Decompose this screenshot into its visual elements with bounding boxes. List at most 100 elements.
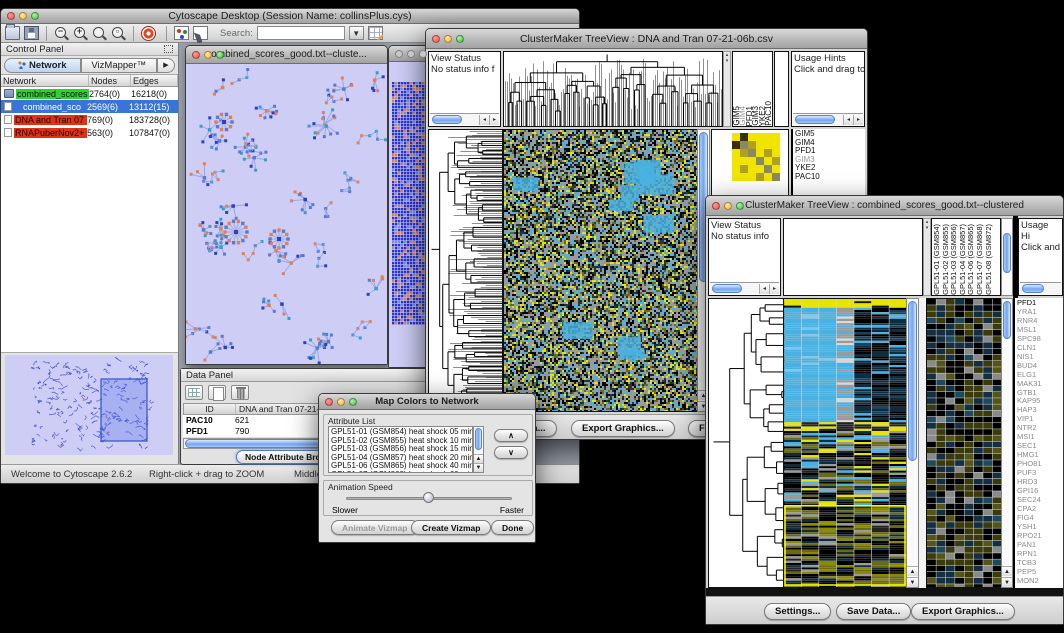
usage-hints-hscrollbar[interactable] bbox=[1020, 282, 1061, 294]
window-controls[interactable] bbox=[192, 51, 224, 59]
zoom-button[interactable] bbox=[736, 202, 744, 210]
dialog-title-bar[interactable]: Map Colors to Network bbox=[319, 394, 535, 410]
close-button[interactable] bbox=[325, 398, 333, 406]
matrix-cell[interactable] bbox=[748, 141, 756, 149]
tv2-row-dendrogram-canvas[interactable] bbox=[708, 298, 785, 588]
animate-vizmap-button[interactable]: Animate Vizmap bbox=[331, 520, 419, 535]
treeview1-title-bar[interactable]: ClusterMaker TreeView : DNA and Tran 07-… bbox=[426, 29, 867, 49]
scrollbar-thumb[interactable] bbox=[475, 428, 482, 450]
zoom-selected-icon[interactable]: ▫ bbox=[111, 26, 126, 41]
network-graph-canvas[interactable] bbox=[186, 64, 387, 364]
tv2-export-graphics-button[interactable]: Export Graphics... bbox=[911, 603, 1015, 620]
view-status-hscrollbar[interactable]: ◂▸ bbox=[710, 282, 779, 294]
window-controls[interactable] bbox=[7, 12, 39, 20]
scroll-left-arrow[interactable]: ◂ bbox=[479, 115, 489, 125]
matrix-cell[interactable] bbox=[756, 149, 764, 157]
scroll-left-arrow[interactable]: ◂ bbox=[843, 115, 853, 125]
network-view-title-bar[interactable]: combined_scores_good.txt--cluste... bbox=[186, 46, 387, 64]
matrix-cell[interactable] bbox=[756, 141, 764, 149]
matrix-cell[interactable] bbox=[740, 133, 748, 141]
scrollbar-thumb[interactable] bbox=[712, 284, 742, 293]
tv2-labels-vscrollbar[interactable] bbox=[1001, 218, 1013, 296]
gene-label[interactable]: PAC10 bbox=[795, 173, 865, 182]
vizmapper-nodes-icon[interactable] bbox=[174, 26, 189, 40]
matrix-cell[interactable] bbox=[740, 157, 748, 165]
scrollbar-thumb[interactable] bbox=[1003, 301, 1011, 339]
matrix-cell[interactable] bbox=[772, 157, 780, 165]
tab-vizmapper[interactable]: VizMapper™ bbox=[81, 58, 158, 73]
create-vizmap-button[interactable]: Create Vizmap bbox=[411, 520, 491, 535]
matrix-cell[interactable] bbox=[756, 133, 764, 141]
open-session-icon[interactable] bbox=[5, 26, 20, 40]
matrix-cell[interactable] bbox=[772, 141, 780, 149]
network-overview-canvas[interactable] bbox=[5, 355, 173, 455]
move-down-button[interactable]: ∨ bbox=[494, 446, 528, 459]
tv1-row-dendrogram-canvas[interactable] bbox=[428, 129, 503, 412]
tv2-save-data-button[interactable]: Save Data... bbox=[836, 603, 911, 620]
matrix-cell[interactable] bbox=[748, 157, 756, 165]
matrix-cell[interactable] bbox=[748, 149, 756, 157]
matrix-cell[interactable] bbox=[748, 165, 756, 173]
matrix-cell[interactable] bbox=[764, 141, 772, 149]
network-table-row[interactable]: combined_sco 2569(6) 13112(15) bbox=[1, 100, 178, 113]
help-lifering-icon[interactable] bbox=[141, 26, 156, 41]
matrix-cell[interactable] bbox=[764, 157, 772, 165]
matrix-cell[interactable] bbox=[772, 165, 780, 173]
tv2-column-dendrogram-area[interactable] bbox=[783, 218, 923, 296]
minimize-button[interactable] bbox=[337, 398, 345, 406]
attribute-editor-icon[interactable] bbox=[368, 26, 383, 40]
matrix-cell[interactable] bbox=[764, 173, 772, 181]
matrix-cell[interactable] bbox=[732, 165, 740, 173]
tab-network[interactable]: Network bbox=[4, 58, 81, 73]
close-button[interactable] bbox=[432, 35, 440, 43]
column-header-id[interactable]: ID bbox=[184, 404, 236, 414]
matrix-cell[interactable] bbox=[732, 141, 740, 149]
close-button[interactable] bbox=[395, 50, 403, 58]
scroll-left-arrow[interactable]: ◂ bbox=[759, 284, 769, 294]
scroll-down-arrow[interactable]: ▼ bbox=[1002, 577, 1012, 587]
zoom-button[interactable] bbox=[419, 50, 427, 58]
matrix-cell[interactable] bbox=[764, 133, 772, 141]
tv1-heatmap-canvas[interactable] bbox=[503, 129, 698, 412]
view-status-hscrollbar[interactable]: ◂▸ bbox=[430, 113, 499, 125]
minimize-button[interactable] bbox=[407, 50, 415, 58]
matrix-cell[interactable] bbox=[764, 165, 772, 173]
tv1-correlation-matrix[interactable] bbox=[732, 133, 780, 181]
matrix-cell[interactable] bbox=[740, 141, 748, 149]
window-controls-inactive[interactable] bbox=[395, 50, 427, 58]
tv2-genelist-vscrollbar[interactable]: ▲ ▼ bbox=[1001, 298, 1013, 588]
network-table-row[interactable]: combined_scores 2764(0) 16218(0) bbox=[1, 87, 178, 100]
scrollbar-thumb[interactable] bbox=[1022, 284, 1044, 293]
matrix-cell[interactable] bbox=[756, 157, 764, 165]
usage-hints-hscrollbar[interactable]: ◂▸ bbox=[793, 113, 863, 125]
minimize-button[interactable] bbox=[444, 35, 452, 43]
matrix-cell[interactable] bbox=[732, 157, 740, 165]
scrollbar-thumb[interactable] bbox=[908, 301, 917, 461]
tv2-overview-heatmap-canvas[interactable] bbox=[926, 298, 1003, 588]
zoom-button[interactable] bbox=[31, 12, 39, 20]
minimize-button[interactable] bbox=[19, 12, 27, 20]
gene-label[interactable]: MON2 bbox=[1017, 577, 1063, 586]
close-button[interactable] bbox=[7, 12, 15, 20]
matrix-cell[interactable] bbox=[732, 133, 740, 141]
minimize-button[interactable] bbox=[724, 202, 732, 210]
tv1-splitter[interactable]: ▴▾ bbox=[723, 51, 731, 127]
column-label[interactable]: GPL51-08 (GSM872) bbox=[985, 224, 994, 295]
network-table-row[interactable]: RNAPuberNov2+ 563(0) 107847(0) bbox=[1, 126, 178, 139]
matrix-cell[interactable] bbox=[732, 149, 740, 157]
tv1-column-dendrogram-canvas[interactable] bbox=[503, 51, 723, 127]
zoom-button[interactable] bbox=[349, 398, 357, 406]
window-controls[interactable] bbox=[432, 35, 464, 43]
scrollbar-thumb[interactable] bbox=[432, 115, 462, 124]
network-table-row[interactable]: DNA and Tran 07 769(0) 183728(0) bbox=[1, 113, 178, 126]
matrix-cell[interactable] bbox=[740, 165, 748, 173]
scroll-up-arrow[interactable]: ▲ bbox=[907, 566, 918, 576]
zoom-button[interactable] bbox=[216, 51, 224, 59]
matrix-cell[interactable] bbox=[748, 133, 756, 141]
attribute-list-vscrollbar[interactable]: ▲ ▼ bbox=[473, 426, 484, 473]
scroll-up-arrow[interactable]: ▲ bbox=[1002, 566, 1012, 576]
close-button[interactable] bbox=[192, 51, 200, 59]
delete-attribute-icon[interactable] bbox=[231, 385, 249, 400]
scroll-up-arrow[interactable]: ▲ bbox=[474, 454, 483, 463]
scrollbar-thumb[interactable] bbox=[795, 115, 835, 124]
